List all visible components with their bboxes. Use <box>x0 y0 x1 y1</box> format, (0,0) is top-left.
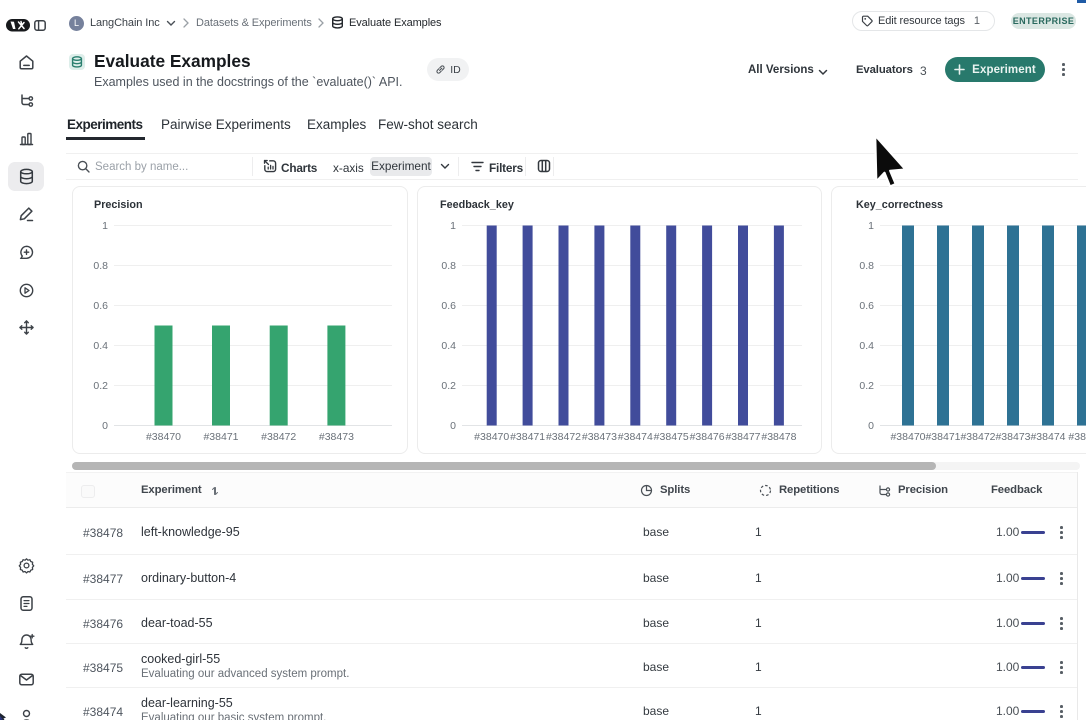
svg-text:Precision: Precision <box>94 199 143 211</box>
svg-text:#38471: #38471 <box>510 431 545 443</box>
svg-text:#38471: #38471 <box>925 431 960 443</box>
svg-text:#38470: #38470 <box>890 431 925 443</box>
svg-text:#38474: #38474 <box>1030 431 1065 443</box>
svg-text:Key_correctness: Key_correctness <box>856 199 943 211</box>
svg-text:1: 1 <box>450 220 456 232</box>
svg-text:0: 0 <box>102 420 108 432</box>
svg-text:#38475: #38475 <box>654 431 689 443</box>
svg-text:0.2: 0.2 <box>441 380 456 392</box>
svg-text:0.6: 0.6 <box>859 300 874 312</box>
svg-text:0.6: 0.6 <box>441 300 456 312</box>
svg-text:#38473: #38473 <box>319 431 354 443</box>
svg-text:0.2: 0.2 <box>93 380 108 392</box>
svg-text:#38478: #38478 <box>761 431 796 443</box>
svg-text:Feedback_key: Feedback_key <box>440 199 514 211</box>
svg-text:#38474: #38474 <box>618 431 653 443</box>
svg-text:#38473: #38473 <box>582 431 617 443</box>
svg-text:#38470: #38470 <box>146 431 181 443</box>
svg-text:#38470: #38470 <box>474 431 509 443</box>
svg-text:#38472: #38472 <box>546 431 581 443</box>
svg-text:0.8: 0.8 <box>441 260 456 272</box>
svg-text:0.8: 0.8 <box>93 260 108 272</box>
svg-text:0.2: 0.2 <box>859 380 874 392</box>
svg-text:0: 0 <box>868 420 874 432</box>
svg-text:#38476: #38476 <box>690 431 725 443</box>
svg-text:0.4: 0.4 <box>441 340 456 352</box>
svg-text:#38471: #38471 <box>203 431 238 443</box>
svg-text:0.8: 0.8 <box>859 260 874 272</box>
svg-text:0: 0 <box>450 420 456 432</box>
svg-text:1: 1 <box>102 220 108 232</box>
svg-text:#38473: #38473 <box>995 431 1030 443</box>
svg-text:0.4: 0.4 <box>93 340 108 352</box>
svg-text:0.6: 0.6 <box>93 300 108 312</box>
svg-text:#38472: #38472 <box>960 431 995 443</box>
svg-text:#3847: #3847 <box>1068 431 1086 443</box>
svg-text:1: 1 <box>868 220 874 232</box>
svg-text:#38472: #38472 <box>261 431 296 443</box>
svg-text:#38477: #38477 <box>725 431 760 443</box>
svg-text:0.4: 0.4 <box>859 340 874 352</box>
